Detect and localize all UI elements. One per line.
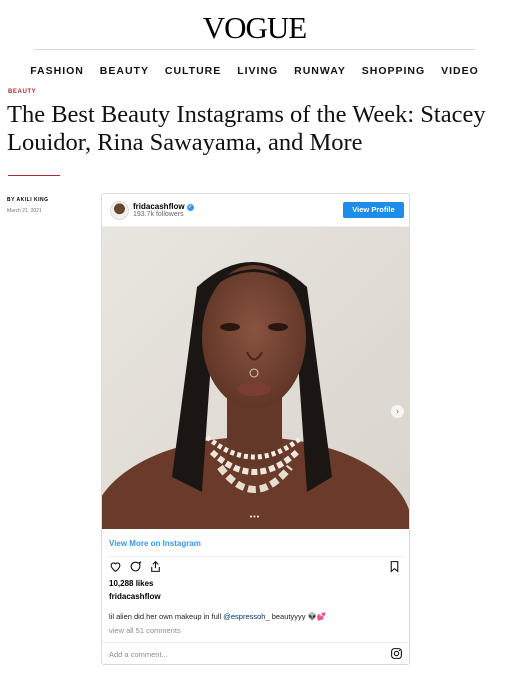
main-nav: FASHION BEAUTY CULTURE LIVING RUNWAY SHO… xyxy=(0,65,509,77)
caption-end: beautyyyy 👽💕 xyxy=(269,612,327,621)
category-link[interactable]: BEAUTY xyxy=(8,89,36,95)
nav-item-runway[interactable]: RUNWAY xyxy=(294,65,346,77)
comment-divider xyxy=(102,642,409,643)
caption-text: lil alien did her own makeup in full xyxy=(109,612,224,621)
heart-icon[interactable] xyxy=(109,560,122,573)
nav-item-beauty[interactable]: BEAUTY xyxy=(100,65,149,77)
like-count[interactable]: 10,288 likes xyxy=(109,579,153,588)
embed-header: fridacashflow ✓ 193.7k followers View Pro… xyxy=(102,194,409,227)
nav-item-video[interactable]: VIDEO xyxy=(441,65,479,77)
carousel-dots: ••• xyxy=(249,514,261,521)
nav-item-culture[interactable]: CULTURE xyxy=(165,65,221,77)
view-more-link[interactable]: View More on Instagram xyxy=(109,539,201,548)
chevron-right-icon[interactable]: › xyxy=(391,405,404,418)
header-divider xyxy=(34,49,475,50)
actions-divider xyxy=(107,556,404,557)
vogue-logo[interactable]: VOGUE xyxy=(0,10,509,46)
verified-badge-icon: ✓ xyxy=(186,204,194,211)
byline[interactable]: BY AKILI KING xyxy=(7,197,49,203)
title-rule xyxy=(8,175,60,176)
nav-item-shopping[interactable]: SHOPPING xyxy=(362,65,425,77)
nav-item-fashion[interactable]: FASHION xyxy=(30,65,84,77)
publish-date: March 21, 2021 xyxy=(7,208,42,214)
article-title: The Best Beauty Instagrams of the Week: … xyxy=(7,101,486,156)
post-caption: lil alien did her own makeup in full @es… xyxy=(109,612,326,621)
avatar[interactable] xyxy=(110,201,129,220)
portrait-image xyxy=(102,227,409,529)
nav-item-living[interactable]: LIVING xyxy=(237,65,278,77)
username[interactable]: fridacashflow ✓ xyxy=(133,202,194,211)
post-photo[interactable]: › ••• xyxy=(102,227,409,529)
follower-count: 193.7k followers xyxy=(133,211,184,218)
view-all-comments-link[interactable]: view all 51 comments xyxy=(109,626,181,635)
username[interactable]: fridacashflow xyxy=(109,592,161,601)
bookmark-icon[interactable] xyxy=(388,560,401,573)
mention-link[interactable]: @espressoh_ xyxy=(223,612,269,621)
view-profile-button[interactable]: View Profile xyxy=(343,202,404,218)
comment-icon[interactable] xyxy=(129,560,142,573)
instagram-icon[interactable] xyxy=(390,647,403,660)
instagram-embed: fridacashflow ✓ 193.7k followers View Pro… xyxy=(101,193,410,665)
share-icon[interactable] xyxy=(149,560,162,573)
add-comment-field[interactable]: Add a comment... xyxy=(109,650,168,659)
